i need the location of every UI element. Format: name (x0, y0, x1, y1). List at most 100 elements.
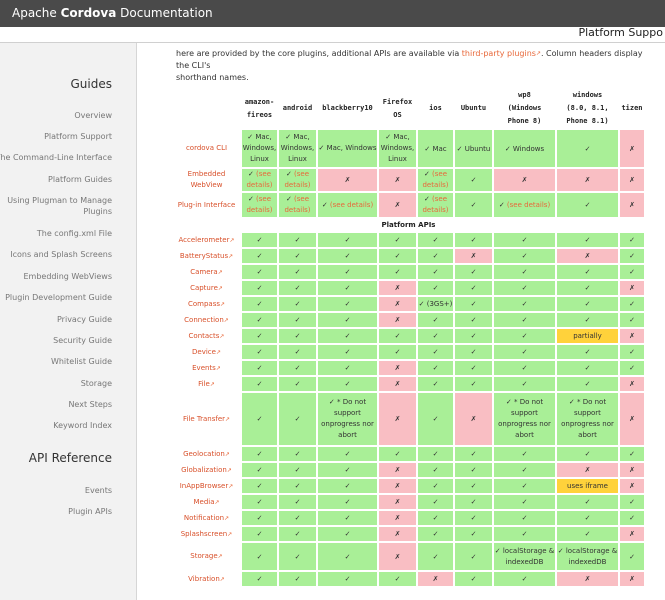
row-label[interactable]: Capture↗ (173, 281, 240, 295)
support-cell: ✓ Mac, Windows, Linux (242, 130, 277, 167)
support-value: ✓ (629, 300, 635, 308)
sidebar-item-plugman[interactable]: Using Plugman to Manage Plugins (2, 195, 112, 217)
support-value: ✓ (394, 252, 401, 260)
page-header-bar: Platform Suppo (0, 26, 665, 43)
support-cell: ✗ (557, 169, 618, 191)
support-cell: ✓ (494, 265, 555, 279)
row-label[interactable]: Events↗ (173, 361, 240, 375)
row-label[interactable]: Notification↗ (173, 511, 240, 525)
row-label-text: Capture (190, 283, 218, 292)
support-cell: ✗ (494, 169, 555, 191)
support-value: ✗ (470, 415, 477, 423)
top-nav-bar: Apache Cordova Documentation (0, 0, 665, 27)
row-label[interactable]: Media↗ (173, 495, 240, 509)
row-label[interactable]: Geolocation↗ (173, 447, 240, 461)
support-cell: ✓ (418, 543, 453, 570)
support-cell: ✓ (494, 233, 555, 247)
support-value: ✗ (394, 284, 401, 292)
sidebar-item-plugin-apis[interactable]: Plugin APIs (68, 506, 112, 517)
support-value: ✓ (629, 252, 635, 260)
support-cell: ✓ (455, 297, 492, 311)
third-party-plugins-link[interactable]: third-party plugins (462, 49, 536, 58)
sidebar-item-events[interactable]: Events (85, 485, 112, 496)
sidebar-item-command-line-interface[interactable]: The Command-Line Interface (0, 152, 112, 163)
row-label-text: cordova CLI (185, 144, 228, 152)
sidebar-item-whitelist[interactable]: Whitelist Guide (51, 356, 112, 367)
support-cell: ✓ (242, 447, 277, 461)
row-label[interactable]: Vibration↗ (173, 572, 240, 586)
sidebar-item-embedding-webviews[interactable]: Embedding WebViews (23, 271, 112, 282)
support-cell: ✗ (379, 495, 416, 509)
row-label[interactable]: Contacts↗ (173, 329, 240, 343)
see-details-link[interactable]: (see details) (507, 201, 550, 209)
sidebar-item-security[interactable]: Security Guide (53, 335, 112, 346)
support-value: ✓ (521, 575, 528, 583)
support-cell: ✓ (318, 329, 377, 343)
sidebar-item-config-xml[interactable]: The config.xml File (37, 228, 112, 239)
support-cell: ✓ (242, 329, 277, 343)
row-label[interactable]: BatteryStatus↗ (173, 249, 240, 263)
support-value: ✓ Mac, Windows, Linux (242, 133, 277, 163)
row-label[interactable]: Device↗ (173, 345, 240, 359)
table-row-geolocation: Geolocation↗ ✓ ✓ ✓ ✓ ✓ ✓ ✓ ✓ ✓ (173, 447, 644, 461)
support-value: ✗ (394, 498, 401, 506)
sidebar-item-storage[interactable]: Storage (81, 378, 112, 389)
sidebar-item-platform-support[interactable]: Platform Support (44, 131, 112, 142)
row-label[interactable]: Camera↗ (173, 265, 240, 279)
row-label-text: Compass (187, 299, 220, 308)
table-row-cordova-cli: cordova CLI ✓ Mac, Windows, Linux ✓ Mac, W… (173, 130, 644, 167)
support-cell: ✗ (318, 169, 377, 191)
support-value: ✓ (344, 552, 351, 561)
support-cell: ✓ (455, 361, 492, 375)
row-label[interactable]: File↗ (173, 377, 240, 391)
support-value: ✓ (294, 514, 301, 522)
support-cell: ✓ (557, 281, 618, 295)
support-value: ✓ (470, 380, 477, 388)
row-label[interactable]: Connection↗ (173, 313, 240, 327)
sidebar-item-privacy[interactable]: Privacy Guide (57, 314, 112, 325)
table-row-events: Events↗ ✓ ✓ ✓ ✗ ✓ ✓ ✓ ✓ ✓ (173, 361, 644, 375)
row-label-text: Globalization (181, 465, 227, 474)
sidebar-item-plugin-development[interactable]: Plugin Development Guide (5, 292, 112, 303)
row-label[interactable]: InAppBrowser↗ (173, 479, 240, 493)
support-cell: ✓ (318, 249, 377, 263)
sidebar-item-next-steps[interactable]: Next Steps (68, 399, 112, 410)
page-title: Platform Suppo (578, 26, 663, 39)
support-cell: ✓ (418, 377, 453, 391)
support-value: ✗ (470, 252, 477, 260)
sidebar-item-overview[interactable]: Overview (74, 110, 112, 121)
support-value: ✓ (344, 364, 351, 372)
support-cell: ✗ (379, 281, 416, 295)
support-value: ✓ (521, 316, 528, 324)
row-label[interactable]: Storage↗ (173, 543, 240, 570)
external-link-icon: ↗ (215, 364, 221, 372)
table-row-embedded-webview: Embedded WebView ✓ (see details) ✓ (see de… (173, 169, 644, 191)
sidebar-item-platform-guides[interactable]: Platform Guides (48, 174, 112, 185)
support-cell: ✓ (see details) (494, 193, 555, 217)
support-value: ✓ (470, 482, 477, 490)
support-value: ✓ (344, 514, 351, 522)
row-label[interactable]: Splashscreen↗ (173, 527, 240, 541)
support-value: ✓ (521, 450, 528, 458)
support-cell: ✓ (see details) (418, 193, 453, 217)
external-link-icon: ↗ (215, 348, 221, 356)
row-label[interactable]: Compass↗ (173, 297, 240, 311)
sidebar-item-icons-splash[interactable]: Icons and Splash Screens (10, 249, 112, 260)
support-value: ✓ (521, 482, 528, 490)
support-value: ✓ (344, 332, 351, 340)
row-label[interactable]: Globalization↗ (173, 463, 240, 477)
table-row-vibration: Vibration↗ ✓ ✓ ✓ ✓ ✗ ✓ ✓ ✗ ✗ (173, 572, 644, 586)
support-cell: ✓ (557, 313, 618, 327)
support-value: ✓ (344, 284, 351, 292)
support-cell: ✓ (620, 249, 644, 263)
external-link-icon: ↗ (224, 514, 230, 522)
table-row-batterystatus: BatteryStatus↗ ✓ ✓ ✓ ✓ ✓ ✗ ✓ ✗ ✓ (173, 249, 644, 263)
support-value: ✓ (432, 498, 439, 506)
support-value: ✓ (521, 514, 528, 522)
row-label[interactable]: Accelerometer↗ (173, 233, 240, 247)
support-cell: ✓ (318, 297, 377, 311)
support-value: ✓ (629, 364, 635, 372)
row-label[interactable]: File Transfer↗ (173, 393, 240, 445)
see-details-link[interactable]: (see details) (330, 201, 373, 209)
sidebar-item-keyword-index[interactable]: Keyword Index (53, 420, 112, 431)
